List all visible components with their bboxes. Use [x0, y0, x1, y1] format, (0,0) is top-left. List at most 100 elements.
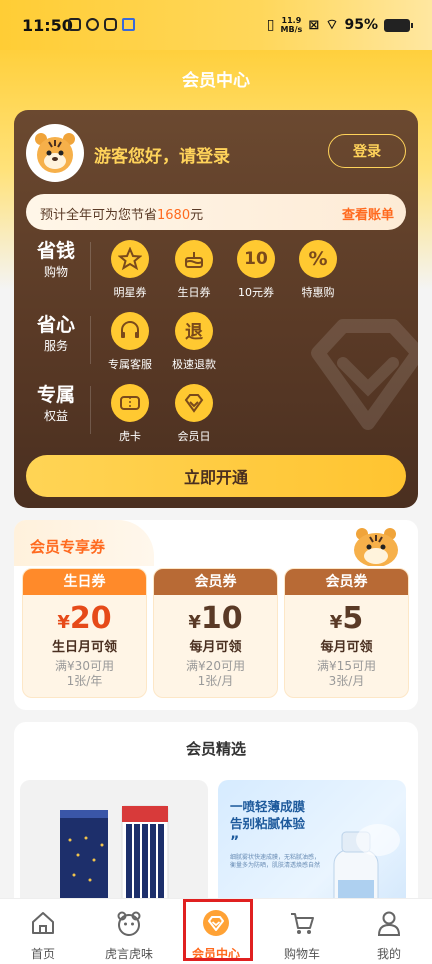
percent-icon: % [299, 240, 337, 278]
savings-suffix: 元 [190, 208, 204, 223]
perk-label: 极速退款 [172, 358, 216, 371]
coupon-minimum: 满¥15可用 [317, 659, 376, 673]
tiger-avatar-icon [35, 133, 75, 173]
open-membership-button[interactable]: 立即开通 [26, 455, 406, 497]
category-subtitle: 购物 [43, 265, 68, 279]
category-title: 省钱 [36, 240, 75, 262]
coupon-birthday[interactable]: 生日券 ¥20 生日月可领 满¥30可用 1张/年 [22, 568, 147, 698]
ticket-icon [111, 384, 149, 422]
headset-icon [111, 312, 149, 350]
profile-icon [377, 911, 401, 936]
coupon-amount: ¥10 [154, 601, 277, 636]
perk-label: 虎卡 [119, 430, 141, 443]
tiktok-icon [104, 18, 117, 31]
nav-label: 首页 [30, 947, 55, 961]
category-title: 省心 [36, 314, 75, 336]
sim-off-icon: ⊠ [308, 17, 320, 33]
member-coupons-section: 会员专享券 生日券 ¥20 生日月可领 满¥30可用 1张/年 会员券 ¥10 每… [14, 520, 418, 710]
currency-symbol: ¥ [188, 612, 201, 633]
coupon-value: 10 [200, 601, 243, 636]
refund-icon: 退 [175, 312, 213, 350]
greeting-text: 游客您好，请登录 [94, 147, 230, 167]
currency-symbol: ¥ [329, 612, 343, 633]
coupon-minimum: 满¥30可用 [55, 659, 114, 673]
wifi-icon: ⌔ [325, 17, 339, 33]
battery-percent: 95% [344, 17, 378, 33]
battery-icon [384, 18, 413, 32]
savings-prefix: 预计全年可为您节省 [40, 208, 158, 223]
tiger-mascot-icon [354, 528, 398, 566]
diamond-icon [175, 384, 213, 422]
coupon-member-10[interactable]: 会员券 ¥10 每月可领 满¥20可用 1张/月 [153, 568, 278, 698]
category-subtitle: 权益 [43, 409, 68, 423]
promo-headline: 一喷轻薄成膜 告别粘腻体验 [230, 798, 305, 832]
coupon-quota: 1张/月 [197, 674, 234, 688]
category-title: 专属 [36, 384, 75, 406]
nav-tiger-talk[interactable]: 虎言虎味 [86, 899, 172, 964]
promo-description: 细腻雾状快速成膜，无粘腻油感，衡量多为防晒，肌肤清透焕感自然 [230, 854, 321, 869]
nav-label: 购物车 [283, 947, 320, 961]
perk-label: 会员日 [177, 430, 211, 443]
divider [90, 316, 91, 364]
notification-icon [86, 18, 99, 31]
perk-tiger-card[interactable]: 虎卡 [98, 384, 162, 444]
coupon-header: 会员券 [154, 569, 277, 595]
net-speed: 11.9 MB/s [280, 16, 303, 34]
savings-banner: 预计全年可为您节省1680元 查看账单 [26, 194, 406, 230]
perk-ten-yuan-coupon[interactable]: 10 10元券 [224, 240, 288, 300]
notification-icon [68, 18, 81, 31]
category-exclusive: 专属 权益 [26, 384, 86, 424]
star-icon [111, 240, 149, 278]
status-time: 11:50 [22, 16, 73, 35]
coupon-amount: ¥5 [285, 601, 408, 636]
cart-icon [291, 913, 314, 934]
perk-member-day[interactable]: 会员日 [162, 384, 226, 444]
nav-home[interactable]: 首页 [0, 899, 86, 964]
coupon-claim-rule: 生日月可领 [51, 640, 117, 655]
page-title: 会员中心 [182, 71, 250, 91]
perk-label: 专属客服 [108, 358, 152, 371]
perk-label: 生日券 [177, 286, 211, 299]
member-picks-section: 会员精选 一喷轻薄成膜 告别粘腻体验 ” 细腻雾状快速成膜，无粘腻油感，衡量多为防… [14, 722, 418, 922]
coupons-tab: 会员专享券 [14, 520, 154, 566]
status-bar: 11:50 ▯ 11.9 MB/s ⊠ ⌔ 95% [0, 0, 432, 50]
perk-special-deals[interactable]: % 特惠购 [286, 240, 350, 300]
home-icon [32, 912, 54, 934]
coupon-quota: 3张/月 [328, 674, 365, 688]
coupon-header: 会员券 [285, 569, 408, 595]
perk-exclusive-support[interactable]: 专属客服 [98, 312, 162, 372]
perk-fast-refund[interactable]: 退 极速退款 [162, 312, 226, 372]
currency-symbol: ¥ [57, 612, 70, 633]
login-button[interactable]: 登录 [328, 134, 406, 168]
nav-profile[interactable]: 我的 [346, 899, 432, 964]
nav-cart[interactable]: 购物车 [259, 899, 345, 964]
coupon-minimum: 满¥20可用 [186, 659, 245, 673]
tiger-icon [117, 911, 141, 936]
coupons-title: 会员专享券 [30, 538, 106, 556]
member-card: 游客您好，请登录 登录 预计全年可为您节省1680元 查看账单 省钱 购物 明星… [14, 110, 418, 508]
category-subtitle: 服务 [43, 339, 68, 353]
picks-title: 会员精选 [185, 740, 246, 758]
savings-amount: 1680 [157, 208, 191, 223]
perk-star-coupon[interactable]: 明星券 [98, 240, 162, 300]
promo-line: 一喷轻薄成膜 [230, 799, 306, 814]
coupon-header: 生日券 [23, 569, 146, 595]
coupon-condition: 满¥15可用 3张/月 [285, 659, 408, 689]
divider [90, 242, 91, 290]
category-save-money: 省钱 购物 [26, 240, 86, 280]
perk-birthday-coupon[interactable]: 生日券 [162, 240, 226, 300]
avatar[interactable] [26, 124, 84, 182]
promo-line: 告别粘腻体验 [230, 816, 306, 831]
divider [90, 386, 91, 434]
perk-label: 10元券 [238, 286, 274, 299]
status-right: ▯ 11.9 MB/s ⊠ ⌔ 95% [267, 16, 413, 34]
coupon-quota: 1张/年 [66, 674, 103, 688]
coupon-condition: 满¥20可用 1张/月 [154, 659, 277, 689]
view-bill-link[interactable]: 查看账单 [342, 204, 394, 223]
coupon-claim-rule: 每月可领 [320, 640, 373, 655]
coupon-condition: 满¥30可用 1张/年 [23, 659, 146, 689]
quote-mark: ” [230, 834, 240, 850]
coupon-member-5[interactable]: 会员券 ¥5 每月可领 满¥15可用 3张/月 [284, 568, 409, 698]
bottom-navigation: 首页 虎言虎味 会员中心 购物车 我的 [0, 898, 432, 964]
app-icon [122, 18, 135, 31]
